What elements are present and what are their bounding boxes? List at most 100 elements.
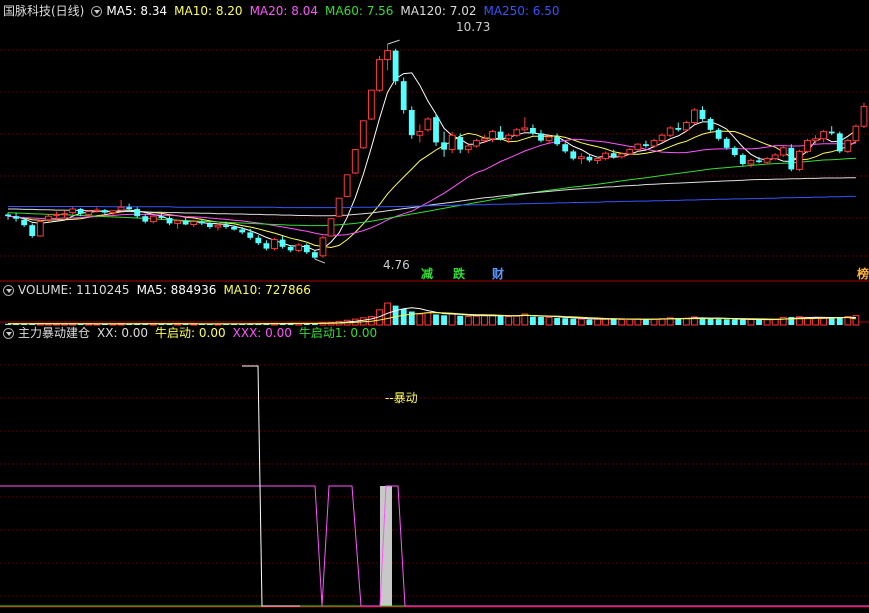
volume-bar: [497, 315, 504, 325]
candle-body: [231, 227, 238, 230]
volume-bar: [529, 316, 536, 325]
candle-body: [852, 125, 860, 142]
candle-body: [424, 118, 432, 131]
candle-body: [513, 129, 521, 136]
chevron-down-icon[interactable]: [3, 327, 14, 339]
chevron-down-icon[interactable]: [3, 284, 14, 296]
xxx-label: XXX: 0.00: [232, 326, 292, 340]
candle-body: [795, 150, 803, 170]
candle-body: [739, 155, 746, 164]
candle-body: [586, 156, 593, 161]
candle-body: [343, 174, 351, 197]
ma5-label: MA5: 8.34: [106, 4, 168, 18]
candle-body: [779, 147, 787, 156]
candle-body: [529, 128, 536, 134]
volume-bar: [538, 316, 544, 325]
volume-bar: [763, 319, 771, 326]
candle-body: [279, 239, 286, 247]
candle-body: [626, 149, 634, 155]
volume-bar: [707, 318, 714, 325]
candle-body: [384, 50, 391, 61]
candle-body: [497, 131, 504, 139]
candle-body: [723, 138, 730, 148]
volume-bar: [448, 313, 456, 326]
candle-body: [408, 110, 415, 136]
volume-bar: [771, 318, 779, 326]
candle-body: [643, 144, 649, 146]
candle-body: [812, 138, 819, 142]
high-marker: [387, 39, 400, 45]
indicator-name[interactable]: 主力暴动建仓: [18, 324, 90, 342]
stock-title[interactable]: 国脉科技(日线): [3, 2, 84, 20]
candle-body: [521, 127, 529, 131]
event-bang[interactable]: 榜: [857, 265, 869, 282]
candle-body: [489, 131, 496, 140]
candle-body: [311, 252, 318, 258]
candle-body: [335, 197, 343, 217]
candle-body: [650, 140, 658, 147]
candle-body: [441, 142, 447, 150]
baodong-label: --暴动: [385, 391, 418, 405]
volume-bar: [472, 315, 480, 326]
niu1-label: 牛启动1: 0.00: [298, 326, 378, 340]
volume-bar: [618, 319, 626, 326]
volume-bar: [481, 315, 488, 326]
candle-body: [271, 239, 278, 250]
candle-body: [448, 134, 456, 151]
candle-body: [820, 131, 828, 140]
event-cai[interactable]: 财: [492, 265, 504, 282]
volume-bar: [675, 318, 682, 325]
event-jian[interactable]: 减: [421, 265, 433, 282]
indicator-lines: [0, 365, 869, 607]
candle-body: [255, 237, 262, 244]
candle-body: [295, 244, 303, 251]
indicator-gray-bar: [380, 486, 392, 606]
candle-body: [594, 158, 601, 161]
candle-body: [472, 140, 480, 147]
candle-body: [836, 133, 843, 152]
high-price-label: 10.73: [456, 20, 491, 34]
volume-bar: [715, 319, 722, 325]
candle-body: [223, 225, 229, 227]
candle-body: [13, 216, 19, 219]
candle-body: [126, 207, 133, 209]
ma-line-ma20: [7, 138, 856, 236]
ma-line-ma250: [8, 195, 856, 209]
candle-body: [658, 134, 666, 142]
vol-ma10-label: MA10: 727866: [223, 283, 311, 297]
volume-bar: [416, 313, 424, 326]
volume-bar: [562, 318, 569, 325]
candle-body: [61, 213, 68, 216]
candle-body: [562, 144, 569, 152]
candle-body: [117, 206, 125, 211]
volume-bar: [820, 317, 828, 326]
event-die[interactable]: 跌: [453, 265, 465, 282]
chevron-down-icon[interactable]: [91, 5, 103, 17]
xx-label: XX: 0.00: [97, 326, 149, 340]
candle-body: [319, 237, 327, 257]
candle-body: [763, 158, 771, 163]
candle-body: [29, 225, 36, 236]
candle-body: [36, 221, 44, 237]
candles: [5, 39, 868, 264]
candle-body: [788, 147, 795, 170]
ma120-label: MA120: 7.02: [400, 4, 477, 18]
candle-body: [610, 153, 617, 157]
volume-bar: [756, 319, 762, 325]
candle-body: [666, 127, 674, 136]
candle-body: [545, 136, 553, 142]
ma-line-ma5: [7, 72, 857, 251]
candle-body: [433, 117, 439, 143]
volume-bar: [650, 318, 658, 326]
candle-body: [731, 147, 738, 155]
candle-body: [69, 208, 77, 214]
volume-bar: [731, 319, 738, 325]
candle-body: [376, 59, 383, 91]
volume-bar: [723, 319, 730, 325]
candle-body: [174, 220, 181, 224]
candle-body: [214, 224, 222, 228]
volume-bar: [570, 318, 577, 325]
volume-bar: [643, 319, 649, 325]
candle-body: [142, 216, 149, 222]
volume-bar: [634, 318, 642, 326]
